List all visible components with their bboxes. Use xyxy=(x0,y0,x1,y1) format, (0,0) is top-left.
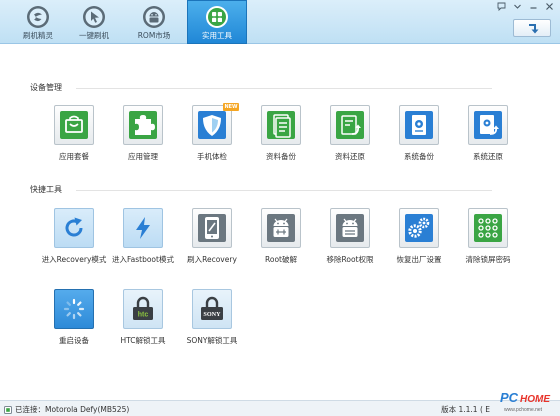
status-bar: 已连接：Motorola Defy(MB525) 版本 1.1.1 ( E xyxy=(0,400,560,416)
tool-icon-frame xyxy=(399,105,439,145)
refresh-icon xyxy=(65,217,83,237)
connection-text: 已连接：Motorola Defy(MB525) xyxy=(15,405,130,414)
phone-flash-icon xyxy=(198,214,226,242)
rom-market-icon xyxy=(142,5,166,29)
tool-label: 清除锁屏密码 xyxy=(465,255,511,264)
app-bundle-icon xyxy=(60,111,88,139)
section-divider xyxy=(76,88,492,89)
android-lock-icon xyxy=(336,214,364,242)
connection-status: 已连接：Motorola Defy(MB525) xyxy=(4,404,129,415)
spinner-icon xyxy=(63,298,85,320)
turn-arrow-icon xyxy=(529,24,539,34)
pattern-lock-icon xyxy=(474,214,502,242)
htc-unlock-icon: htc xyxy=(133,296,153,320)
menu-icon[interactable] xyxy=(513,2,522,11)
connected-icon xyxy=(4,405,12,414)
tab-shuaji-jingling[interactable]: 刷机精灵 xyxy=(8,0,68,44)
document-restore-icon xyxy=(336,111,364,139)
version-text: 版本 1.1.1 ( E xyxy=(441,405,490,414)
document-backup-icon xyxy=(267,111,295,139)
watermark-home: HOME xyxy=(520,394,550,405)
tool-icon-frame: SONY xyxy=(192,289,232,329)
window-controls xyxy=(497,2,554,14)
tab-label: ROM市场 xyxy=(137,31,171,40)
tool-icon-frame xyxy=(399,208,439,248)
android-unlock-icon xyxy=(267,214,295,242)
tool-icon-frame xyxy=(468,208,508,248)
new-badge: NEW xyxy=(223,103,239,111)
section-title-quick-tools: 快捷工具 xyxy=(30,185,62,194)
close-icon[interactable] xyxy=(545,2,554,11)
utility-tools-icon xyxy=(205,5,229,29)
system-backup-icon xyxy=(405,111,433,139)
back-arrow-button[interactable] xyxy=(513,19,551,37)
minimize-icon[interactable] xyxy=(529,2,538,11)
one-click-flash-icon xyxy=(82,5,106,29)
tool-icon-frame: htc xyxy=(123,289,163,329)
tab-label: 实用工具 xyxy=(202,31,232,40)
tool-icon-frame xyxy=(54,105,94,145)
section-title-device-management: 设备管理 xyxy=(30,83,62,92)
puzzle-icon xyxy=(129,111,157,139)
tool-system-restore[interactable]: 系统还原 xyxy=(453,105,523,169)
watermark-pc: PC xyxy=(500,390,519,405)
pchome-watermark: PC HOME www.pchome.net xyxy=(498,387,558,415)
tab-label: 刷机精灵 xyxy=(23,31,53,40)
tool-clear-screen-lock[interactable]: 清除锁屏密码 xyxy=(453,208,523,272)
watermark-url: www.pchome.net xyxy=(504,407,543,413)
shuaji-logo-icon xyxy=(26,5,50,29)
shield-icon xyxy=(198,111,226,139)
tool-icon-frame xyxy=(468,105,508,145)
tool-icon-frame: NEW xyxy=(192,103,239,145)
tool-icon-frame xyxy=(54,289,94,329)
sony-unlock-icon: SONY xyxy=(201,296,223,320)
tab-label: 一键刷机 xyxy=(79,31,109,40)
tool-icon-frame xyxy=(330,208,370,248)
tool-icon-frame xyxy=(123,105,163,145)
tool-icon-frame xyxy=(123,208,163,248)
sony-brand-text: SONY xyxy=(203,311,221,318)
top-nav-bar: 刷机精灵 一键刷机 ROM市场 实用工具 xyxy=(0,0,560,44)
tool-icon-frame xyxy=(54,208,94,248)
tool-label: SONY解锁工具 xyxy=(186,336,238,345)
tool-label: 系统还原 xyxy=(473,152,503,161)
tool-icon-frame xyxy=(261,105,301,145)
section-divider xyxy=(76,190,492,191)
htc-brand-text: htc xyxy=(138,312,149,319)
tool-icon-frame xyxy=(261,208,301,248)
gears-icon xyxy=(405,214,433,242)
tab-rom-market[interactable]: ROM市场 xyxy=(124,0,184,44)
tool-icon-frame xyxy=(330,105,370,145)
tab-utility-tools[interactable]: 实用工具 xyxy=(187,0,247,44)
system-restore-icon xyxy=(474,111,502,139)
tool-icon-frame xyxy=(192,208,232,248)
tool-sony-unlock[interactable]: SONY SONY解锁工具 xyxy=(177,289,247,353)
lightning-icon xyxy=(136,217,150,239)
help-icon[interactable] xyxy=(497,2,506,12)
tab-one-click-flash[interactable]: 一键刷机 xyxy=(64,0,124,44)
